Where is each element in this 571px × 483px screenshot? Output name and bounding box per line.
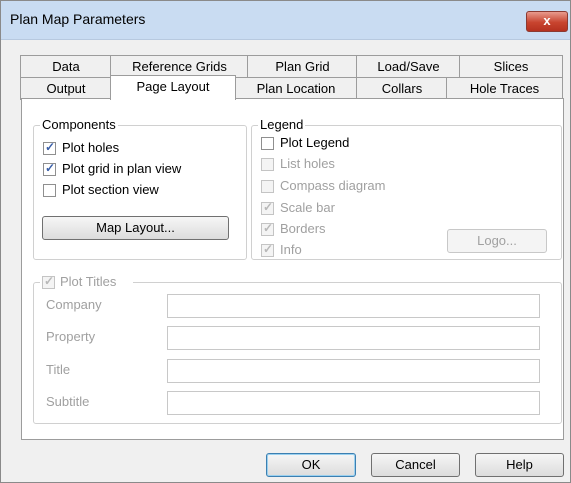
borders-checkbox — [261, 221, 274, 236]
title-label: Title — [46, 362, 71, 377]
plot-titles-label: Plot Titles — [60, 274, 117, 289]
help-button[interactable]: Help — [475, 453, 564, 477]
legend-group: Legend Plot Legend List holes Compass di… — [251, 117, 562, 260]
title-field[interactable] — [167, 359, 540, 383]
plan-map-parameters-dialog: Plan Map Parameters x Data Reference Gri… — [0, 0, 571, 483]
window-title: Plan Map Parameters — [10, 11, 146, 27]
plot-section-label: Plot section view — [62, 182, 159, 197]
company-field[interactable] — [167, 294, 540, 318]
info-label: Info — [280, 242, 302, 257]
tab-load-save[interactable]: Load/Save — [356, 55, 461, 78]
tab-collars[interactable]: Collars — [356, 77, 448, 100]
plot-holes-label: Plot holes — [62, 140, 120, 155]
plot-section-checkbox[interactable] — [43, 184, 56, 197]
plot-grid-label: Plot grid in plan view — [62, 161, 182, 176]
company-label: Company — [46, 297, 102, 312]
components-group: Components Plot holes Plot grid in plan … — [33, 117, 247, 260]
ok-button[interactable]: OK — [266, 453, 356, 477]
logo-button: Logo... — [447, 229, 547, 253]
plot-titles-header: Plot Titles — [40, 274, 133, 290]
scale-bar-checkbox — [261, 200, 274, 215]
info-checkbox — [261, 242, 274, 257]
close-button[interactable]: x — [526, 11, 568, 32]
cancel-button[interactable]: Cancel — [371, 453, 460, 477]
tab-data[interactable]: Data — [20, 55, 112, 78]
list-holes-checkbox — [261, 158, 274, 171]
close-icon: x — [543, 13, 551, 28]
plot-grid-checkbox[interactable] — [43, 161, 56, 176]
tab-plan-location[interactable]: Plan Location — [234, 77, 358, 100]
tab-hole-traces[interactable]: Hole Traces — [446, 77, 563, 100]
plot-holes-checkbox[interactable] — [43, 140, 56, 155]
plot-titles-checkbox — [42, 274, 55, 289]
property-label: Property — [46, 329, 96, 344]
page-layout-panel: Components Plot holes Plot grid in plan … — [21, 98, 564, 440]
tab-slices[interactable]: Slices — [459, 55, 563, 78]
plot-legend-label: Plot Legend — [280, 135, 350, 150]
scale-bar-label: Scale bar — [280, 200, 335, 215]
property-field[interactable] — [167, 326, 540, 350]
compass-diagram-checkbox — [261, 180, 274, 193]
compass-diagram-label: Compass diagram — [280, 178, 386, 193]
title-bar: Plan Map Parameters x — [1, 1, 570, 40]
plot-legend-checkbox[interactable] — [261, 137, 274, 150]
borders-label: Borders — [280, 221, 326, 236]
map-layout-button[interactable]: Map Layout... — [42, 216, 229, 240]
tab-page-layout[interactable]: Page Layout — [110, 75, 236, 100]
plot-titles-group: Plot Titles Company Property Title Subti… — [33, 274, 562, 424]
tab-plan-grid[interactable]: Plan Grid — [247, 55, 358, 78]
subtitle-field[interactable] — [167, 391, 540, 415]
subtitle-label: Subtitle — [46, 394, 90, 409]
list-holes-label: List holes — [280, 156, 335, 171]
components-group-title: Components — [40, 117, 118, 132]
tab-output[interactable]: Output — [20, 77, 112, 100]
legend-group-title: Legend — [258, 117, 306, 132]
